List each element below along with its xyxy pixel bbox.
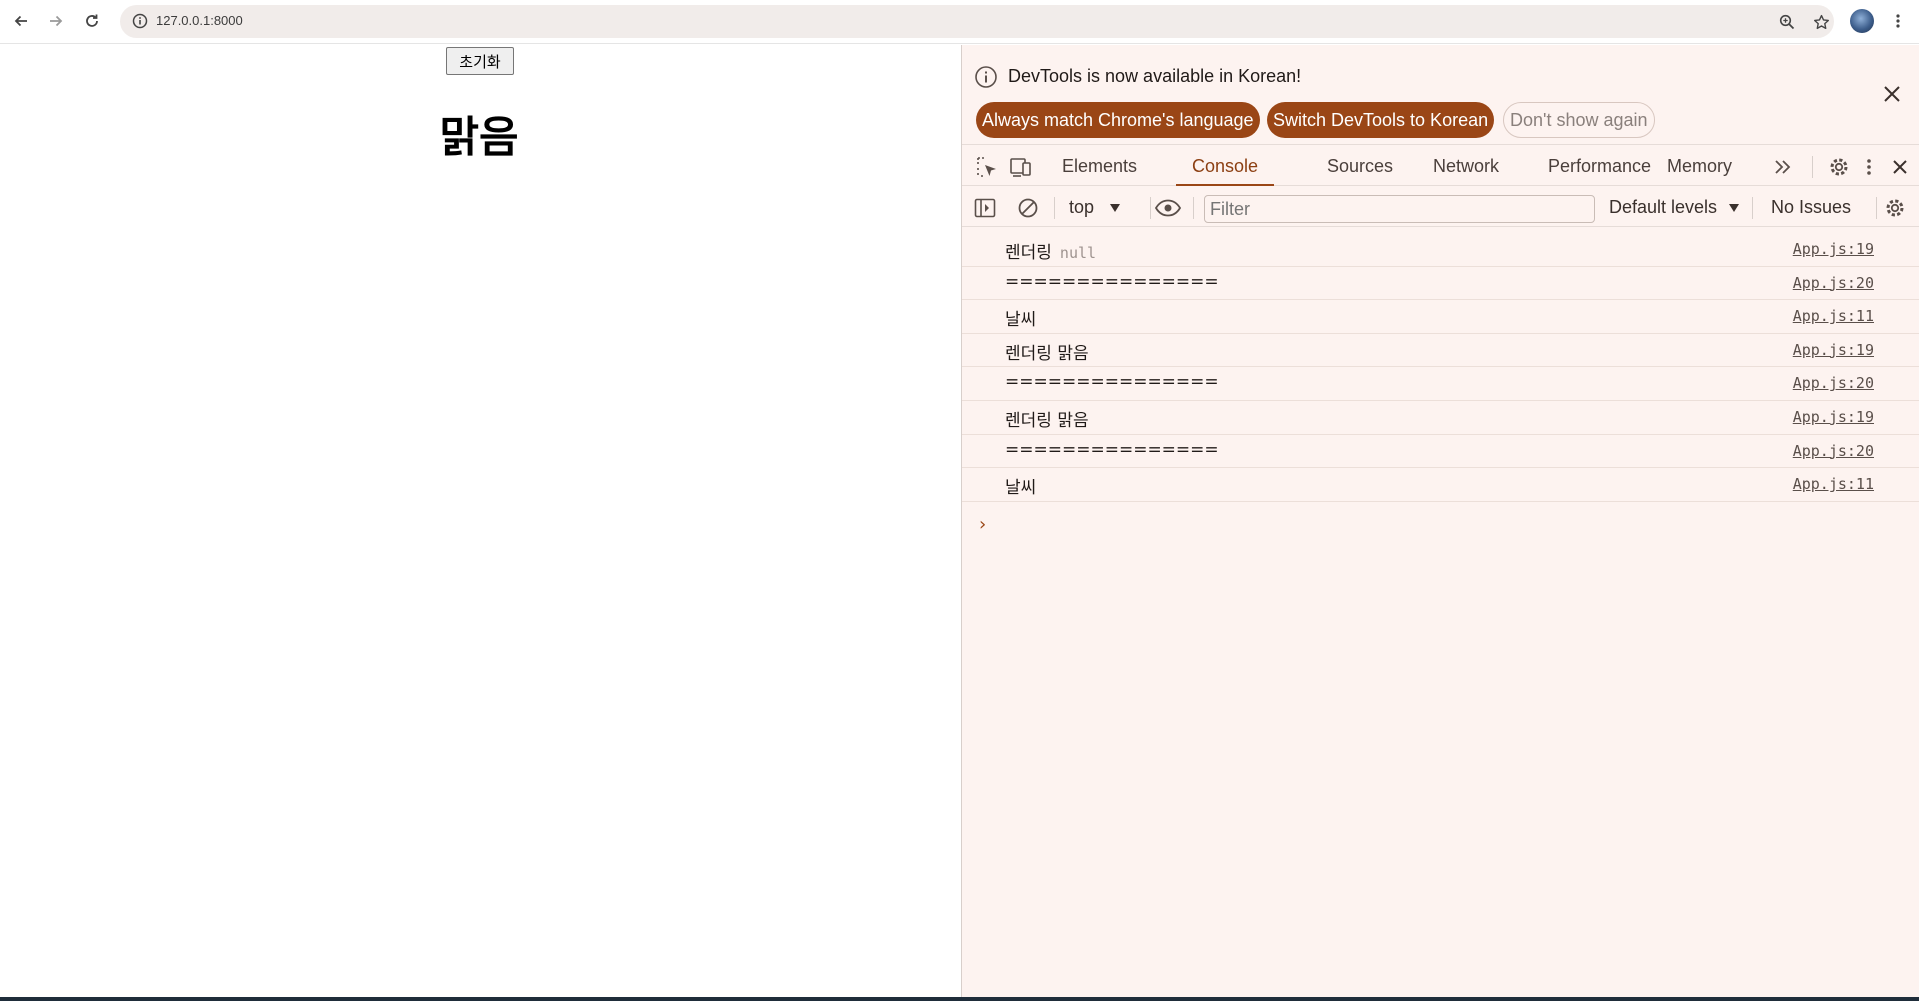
web-page: 초기화 맑음 (0, 45, 961, 997)
console-row: 날씨 App.js:11 (962, 468, 1919, 502)
context-selector[interactable]: top (1069, 187, 1121, 227)
console-message-text: 렌더링 (1005, 243, 1052, 263)
console-prompt-chevron-icon[interactable]: › (979, 514, 986, 535)
device-toolbar-icon[interactable] (1008, 154, 1034, 180)
profile-avatar[interactable] (1850, 9, 1874, 33)
console-log: 렌더링 null App.js:19 =============== App.js… (962, 233, 1919, 535)
dropdown-arrow-icon (1729, 204, 1740, 212)
console-filterbar: top Default levels No Issues (962, 187, 1919, 227)
filterbar-divider (1752, 197, 1753, 219)
console-row: 렌더링 맑음 App.js:19 (962, 334, 1919, 368)
site-info-icon[interactable] (132, 13, 148, 33)
issues-counter[interactable]: No Issues (1771, 187, 1851, 227)
console-row: 렌더링 맑음 App.js:19 (962, 401, 1919, 435)
console-message[interactable]: 날씨 (1005, 473, 1036, 498)
browser-menu-icon[interactable] (1885, 8, 1911, 34)
console-source-link[interactable]: App.js:19 (1793, 341, 1874, 359)
toolbar-divider (1812, 156, 1813, 178)
switch-to-korean-button[interactable]: Switch DevTools to Korean (1267, 102, 1495, 138)
back-icon[interactable] (8, 8, 34, 34)
language-infobar: DevTools is now available in Korean! Alw… (962, 45, 1919, 145)
console-null-value: null (1059, 244, 1097, 262)
dont-show-again-button[interactable]: Don't show again (1503, 102, 1655, 138)
console-settings-gear-icon[interactable] (1882, 195, 1908, 221)
console-message[interactable]: 날씨 (1005, 305, 1036, 330)
console-source-link[interactable]: App.js:19 (1793, 408, 1874, 426)
tab-performance[interactable]: Performance (1532, 146, 1667, 186)
filterbar-divider (1876, 197, 1877, 219)
devtools-tabbar: Elements Console Sources Network Perform… (962, 146, 1919, 186)
sidebar-toggle-icon[interactable] (972, 195, 998, 221)
reset-button[interactable]: 초기화 (446, 47, 514, 75)
devtools-menu-icon[interactable] (1856, 154, 1882, 180)
close-devtools-icon[interactable] (1887, 154, 1913, 180)
taskbar-edge (0, 997, 1919, 1001)
inspect-element-icon[interactable] (974, 154, 1000, 180)
infobar-message: DevTools is now available in Korean! (1008, 66, 1302, 86)
console-row: 날씨 App.js:11 (962, 300, 1919, 334)
console-source-link[interactable]: App.js:11 (1793, 475, 1874, 493)
tab-console[interactable]: Console (1176, 146, 1275, 186)
info-icon (974, 65, 998, 93)
address-bar[interactable]: 127.0.0.1:8000 (120, 5, 1834, 38)
console-source-link[interactable]: App.js:20 (1793, 442, 1874, 460)
reload-icon[interactable] (79, 8, 105, 34)
console-message[interactable]: =============== (1005, 372, 1219, 392)
close-infobar-icon[interactable] (1883, 85, 1901, 107)
console-source-link[interactable]: App.js:20 (1793, 274, 1874, 292)
filterbar-divider (1150, 197, 1151, 219)
console-source-link[interactable]: App.js:11 (1793, 307, 1874, 325)
log-levels-dropdown[interactable]: Default levels (1609, 187, 1740, 227)
more-tabs-chevron-icon[interactable] (1770, 154, 1796, 180)
zoom-icon[interactable] (1776, 11, 1798, 33)
console-message[interactable]: 렌더링 null (1005, 238, 1096, 263)
console-row: =============== App.js:20 (962, 435, 1919, 469)
console-filter-input[interactable] (1204, 195, 1595, 223)
always-match-language-button[interactable]: Always match Chrome's language (976, 102, 1260, 138)
log-levels-label: Default levels (1609, 197, 1718, 217)
console-source-link[interactable]: App.js:20 (1793, 374, 1874, 392)
url-text[interactable]: 127.0.0.1:8000 (156, 13, 243, 28)
tab-sources[interactable]: Sources (1311, 146, 1409, 186)
bookmark-star-icon[interactable] (1810, 11, 1832, 33)
live-expression-eye-icon[interactable] (1152, 195, 1184, 221)
console-message[interactable]: =============== (1005, 440, 1219, 460)
weather-heading: 맑음 (439, 113, 519, 163)
tab-memory[interactable]: Memory (1651, 146, 1748, 186)
forward-icon[interactable] (43, 8, 69, 34)
console-message[interactable]: 렌더링 맑음 (1005, 339, 1089, 364)
tab-elements[interactable]: Elements (1046, 146, 1153, 186)
devtools-panel: DevTools is now available in Korean! Alw… (961, 45, 1919, 997)
console-row: =============== App.js:20 (962, 267, 1919, 301)
clear-console-icon[interactable] (1015, 195, 1041, 221)
browser-toolbar: 127.0.0.1:8000 (0, 0, 1919, 44)
context-label: top (1069, 197, 1095, 217)
tab-network[interactable]: Network (1417, 146, 1515, 186)
filterbar-divider (1054, 197, 1055, 219)
console-message[interactable]: =============== (1005, 272, 1219, 292)
console-source-link[interactable]: App.js:19 (1793, 240, 1874, 258)
dropdown-arrow-icon (1110, 204, 1121, 212)
console-row: =============== App.js:20 (962, 367, 1919, 401)
console-row: 렌더링 null App.js:19 (962, 233, 1919, 267)
settings-gear-icon[interactable] (1826, 154, 1852, 180)
filterbar-divider (1193, 197, 1194, 219)
console-message[interactable]: 렌더링 맑음 (1005, 406, 1089, 431)
